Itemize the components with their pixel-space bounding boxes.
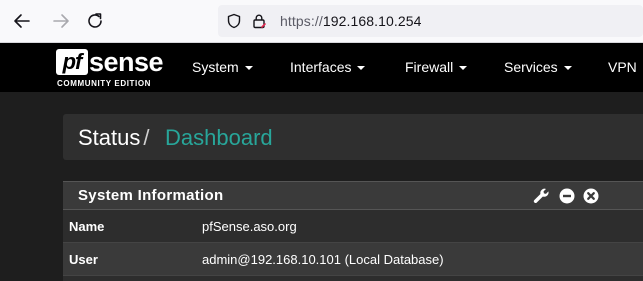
menu-vpn[interactable]: VPN (608, 59, 637, 75)
breadcrumb: Status / Dashboard (63, 114, 643, 160)
breadcrumb-status-label: Status (78, 125, 141, 150)
menu-firewall-label: Firewall (405, 59, 454, 75)
breadcrumb-status: Status / (78, 125, 150, 151)
forward-arrow-icon[interactable] (50, 10, 72, 32)
breadcrumb-dashboard[interactable]: Dashboard (165, 125, 273, 151)
logo-sense: sense (89, 47, 164, 77)
url-scheme: https:// (280, 13, 323, 29)
menu-firewall[interactable]: Firewall (405, 59, 468, 75)
table-row: Name pfSense.aso.org (63, 210, 643, 243)
caret-down-icon (459, 66, 468, 71)
page-content: Status / Dashboard System Information Nam… (0, 92, 643, 281)
menu-interfaces-label: Interfaces (290, 59, 352, 75)
reload-icon[interactable] (84, 10, 106, 32)
logo-subtitle: COMMUNITY EDITION (57, 79, 152, 88)
menu-services[interactable]: Services (504, 59, 572, 75)
menu-system-label: System (192, 59, 239, 75)
menu-services-label: Services (504, 59, 558, 75)
url-text: https://192.168.10.254 (280, 13, 422, 29)
browser-toolbar: https://192.168.10.254 (0, 0, 643, 43)
table-row: User admin@192.168.10.101 (Local Databas… (63, 243, 643, 276)
caret-down-icon (357, 66, 366, 71)
menu-interfaces[interactable]: Interfaces (290, 59, 366, 75)
row-label: Name (69, 219, 105, 234)
caret-down-icon (563, 66, 572, 71)
shield-icon[interactable] (226, 13, 242, 29)
wrench-icon[interactable] (533, 188, 549, 204)
system-information-panel: System Information Name pfSense.aso.org … (63, 181, 643, 281)
url-bar[interactable]: https://192.168.10.254 (218, 5, 643, 37)
main-navbar: pf sense COMMUNITY EDITION System Interf… (0, 43, 643, 92)
row-value: admin@192.168.10.101 (Local Database) (202, 252, 444, 267)
breadcrumb-separator: / (143, 125, 150, 150)
pfsense-logo[interactable]: pf sense COMMUNITY EDITION (56, 47, 166, 89)
url-host: 192.168.10.254 (322, 13, 422, 29)
row-value: pfSense.aso.org (202, 219, 297, 234)
lock-icon[interactable] (251, 13, 267, 29)
menu-vpn-label: VPN (608, 59, 637, 75)
panel-header: System Information (63, 181, 643, 210)
caret-down-icon (244, 66, 253, 71)
logo-pf: pf (56, 49, 88, 75)
panel-title: System Information (78, 187, 224, 204)
menu-system[interactable]: System (192, 59, 253, 75)
back-arrow-icon[interactable] (11, 10, 33, 32)
row-label: User (69, 252, 98, 267)
minus-circle-icon[interactable] (559, 188, 575, 204)
close-circle-icon[interactable] (583, 188, 599, 204)
